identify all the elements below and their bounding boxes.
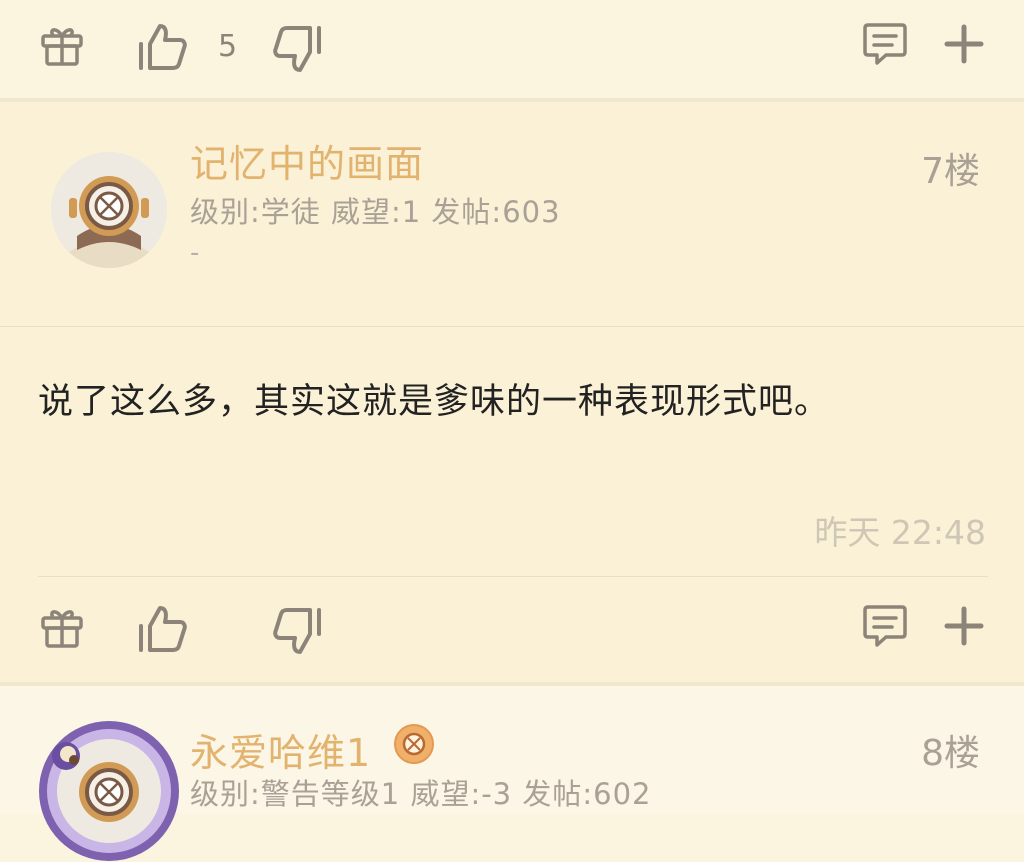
username[interactable]: 记忆中的画面 (190, 133, 424, 188)
action-bar-prev: 5 (0, 0, 1024, 96)
user-meta: 级别:学徒 威望:1 发帖:603 (190, 195, 561, 229)
thumbs-up-icon[interactable] (136, 604, 188, 654)
post-content: 说了这么多，其实这就是爹味的一种表现形式吧。 (38, 382, 831, 422)
plus-icon[interactable] (944, 24, 984, 64)
like-count: 5 (218, 29, 238, 64)
username[interactable]: 永爱哈维1 (190, 722, 371, 777)
thumbs-up-icon[interactable] (136, 22, 188, 72)
thumbs-down-icon[interactable] (272, 24, 324, 74)
header-divider (0, 326, 1024, 327)
thumbs-down-icon[interactable] (272, 606, 324, 656)
gift-icon[interactable] (40, 606, 84, 648)
floor-number: 7楼 (921, 151, 980, 192)
gift-icon[interactable] (40, 24, 84, 66)
floor-number: 8楼 (921, 733, 980, 774)
avatar[interactable] (38, 720, 180, 862)
comment-icon[interactable] (862, 604, 908, 648)
user-meta: 级别:警告等级1 威望:-3 发帖:602 (190, 777, 652, 811)
user-signature: - (190, 238, 200, 268)
medal-icon (394, 724, 434, 764)
footer-divider (38, 576, 988, 577)
comment-icon[interactable] (862, 22, 908, 66)
plus-icon[interactable] (944, 606, 984, 646)
avatar[interactable] (51, 152, 167, 268)
post-time: 昨天 22:48 (814, 513, 986, 552)
